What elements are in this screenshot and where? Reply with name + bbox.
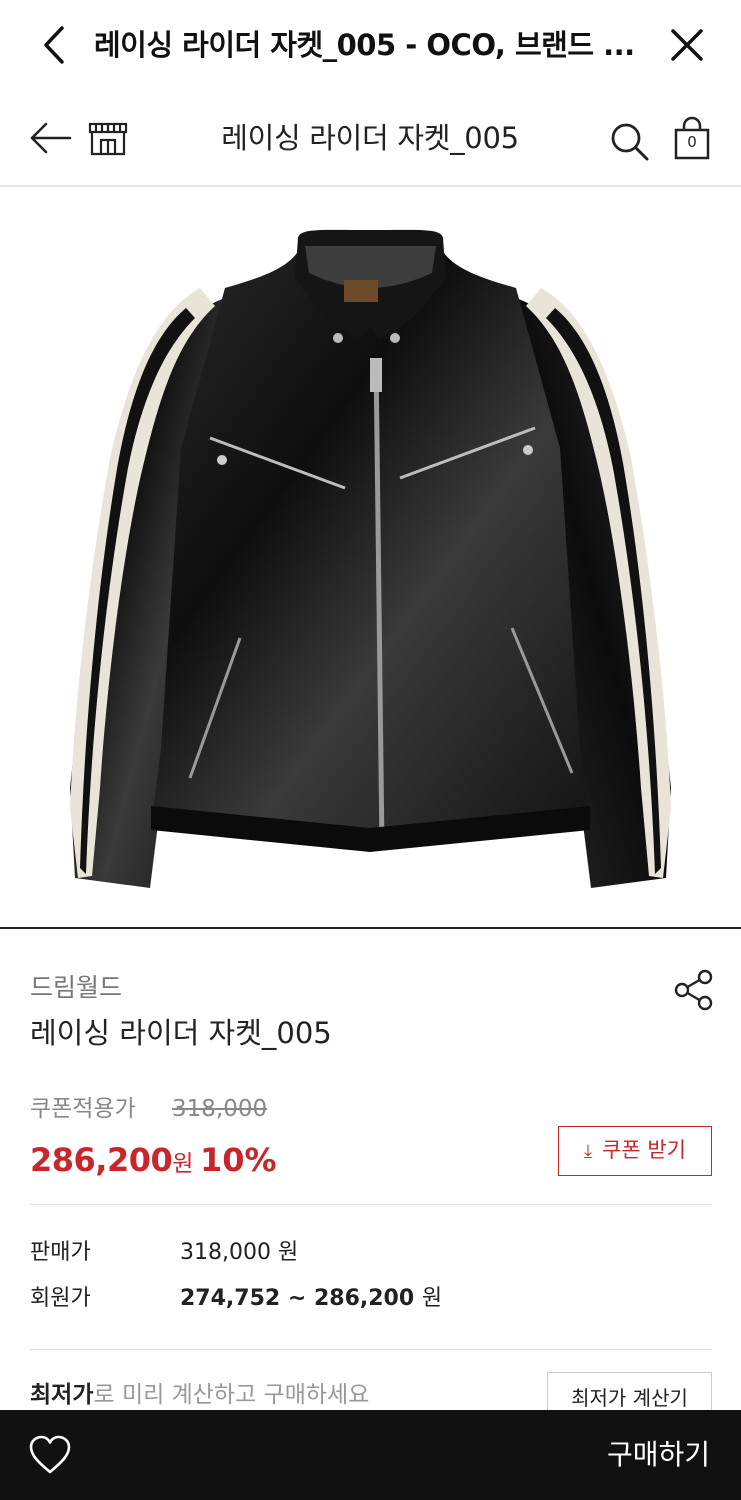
lowest-price-strong: 최저가 [30,1382,94,1408]
lowest-price-rest: 로 미리 계산하고 구매하세요 [93,1382,370,1408]
jacket-illustration [70,229,671,888]
regular-price-value: 318,000 [180,1240,271,1265]
webview-title: 레이싱 라이더 자켓_005 - OCO, 브랜드 ... [94,28,635,62]
brand-name[interactable]: 드림월드 [30,970,122,1006]
site-header: 레이싱 라이더 자켓_005 0 [0,90,741,187]
member-price-unit: 원 [421,1286,443,1311]
original-price: 318,000 [172,1096,268,1122]
webview-title-bar: 레이싱 라이더 자켓_005 - OCO, 브랜드 ... [0,0,741,90]
sale-price-label: 판매가 [30,1240,91,1265]
heart-icon[interactable] [28,1434,72,1476]
divider [30,1349,712,1350]
coupon-button-label: 쿠폰 받기 [602,1138,686,1162]
share-icon[interactable] [672,968,716,1012]
regular-price-unit: 원 [277,1240,299,1265]
sale-price-value: 286,200 [30,1141,173,1179]
buy-button[interactable]: 구매하기 [560,1430,720,1480]
product-name: 레이싱 라이더 자켓_005 [30,1016,332,1050]
bottom-action-bar: 구매하기 [0,1410,741,1500]
coupon-price-label: 쿠폰적용가 [30,1096,136,1122]
shopping-bag-icon[interactable]: 0 [672,116,712,162]
product-image[interactable] [0,188,741,929]
category-menu-icon[interactable] [88,118,128,158]
cart-count-badge: 0 [687,133,697,151]
divider [30,1204,712,1205]
page-title: 레이싱 라이더 자켓_005 [221,121,519,155]
lowest-price-notice: 최저가로 미리 계산하고 구매하세요 [30,1378,369,1412]
coupon-sale-price: 286,200원 [30,1138,193,1186]
discount-rate: 10% [200,1141,277,1179]
coupon-download-button[interactable]: ⤓ 쿠폰 받기 [558,1126,712,1176]
search-icon[interactable] [608,120,650,162]
sale-price-row-value: 318,000 원 [180,1236,298,1270]
member-price-label: 회원가 [30,1286,91,1311]
download-arrow-icon: ⤓ [584,1141,592,1162]
member-price-value: 274,752 ~ 286,200 [180,1286,415,1311]
sale-price-unit: 원 [172,1151,193,1177]
close-icon[interactable] [666,24,708,66]
webview-back-icon[interactable] [38,24,74,66]
member-price-row-value: 274,752 ~ 286,200 원 [180,1282,442,1316]
back-arrow-icon[interactable] [28,118,74,158]
